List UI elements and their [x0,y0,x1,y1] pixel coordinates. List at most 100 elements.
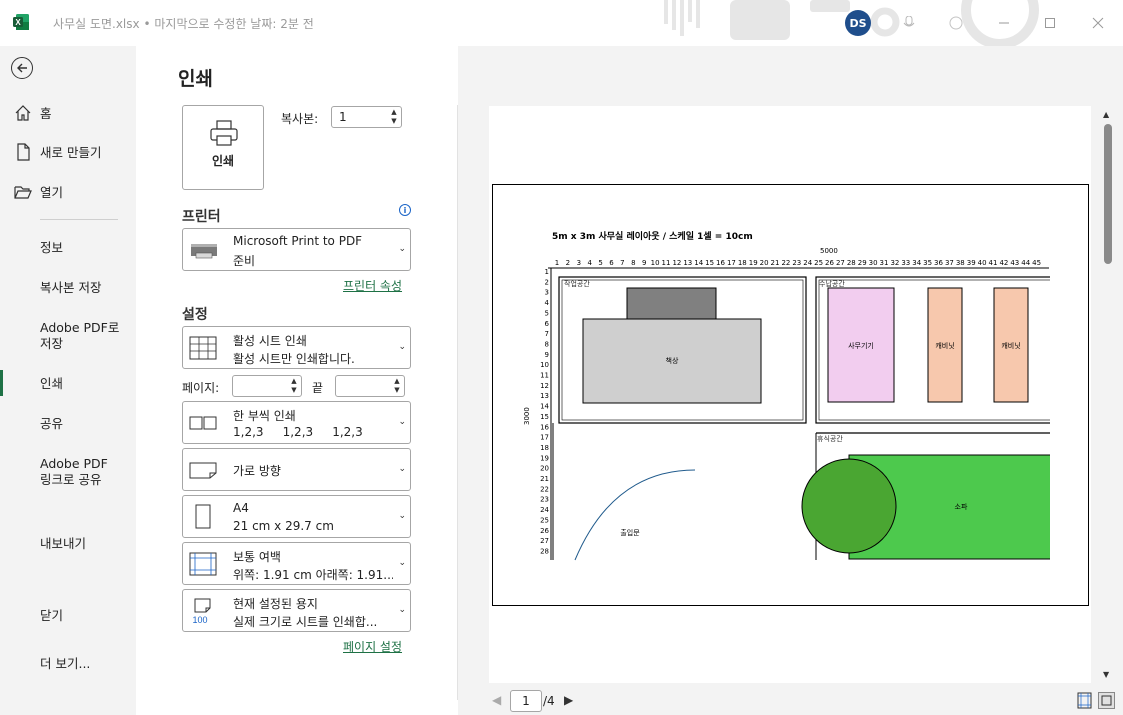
column-number: 17 [727,259,736,267]
column-number: 45 [1032,259,1041,267]
row-number: 24 [540,506,549,514]
row-number: 13 [540,392,549,400]
last-modified-text: 마지막으로 수정한 날짜: 2분 전 [154,17,314,31]
active-indicator [0,370,3,396]
show-margins-icon[interactable] [1076,692,1093,709]
nav-item-export[interactable]: 내보내기 [40,536,86,552]
row-number: 7 [545,330,549,338]
spin-down-icon[interactable]: ▼ [392,386,402,395]
column-number: 3 [577,259,581,267]
nav-item-close[interactable]: 닫기 [40,608,63,624]
minimize-icon[interactable] [993,12,1015,34]
print-scope-select[interactable]: 활성 시트 인쇄 활성 시트만 인쇄합니다. ⌄ [182,326,411,369]
nav-item-share-adobe-link[interactable]: Adobe PDF 링크로 공유 [40,456,122,488]
row-number: 25 [540,516,549,524]
row-number: 1 [545,268,549,276]
print-button-label: 인쇄 [211,154,235,168]
row-number: 2 [545,278,549,286]
current-page-input[interactable]: 1 [510,690,542,712]
svg-text:X: X [15,18,21,27]
info-icon[interactable]: i [399,204,411,216]
preview-scrollbar[interactable]: ▲ ▼ [1100,106,1116,686]
close-window-icon[interactable] [1087,12,1109,34]
print-button[interactable]: 인쇄 [182,105,264,190]
row-number: 12 [540,382,549,390]
scroll-down-icon[interactable]: ▼ [1103,670,1109,679]
row-number: 17 [540,434,549,442]
backstage-nav: 홈 새로 만들기 열기 정보 복사본 저장 Adobe PDF로 저장 인쇄 공… [0,46,136,715]
spin-down-icon[interactable]: ▼ [389,117,399,126]
next-page-icon[interactable]: ▶ [564,693,573,707]
open-folder-icon [14,186,32,199]
column-number: 27 [836,259,845,267]
paper-size-select[interactable]: A4 21 cm x 29.7 cm ⌄ [182,495,411,538]
spin-up-icon[interactable]: ▲ [389,108,399,117]
page-to-input[interactable]: ▲ ▼ [335,375,405,397]
scroll-up-icon[interactable]: ▲ [1103,110,1109,119]
column-number: 5 [598,259,602,267]
row-number: 19 [540,454,549,462]
title-bar: X 사무실 도면.xlsx • 마지막으로 수정한 날짜: 2분 전 DS [0,0,1123,46]
user-avatar[interactable]: DS [845,10,871,36]
back-button[interactable] [11,57,33,79]
scaling-title: 현재 설정된 용지 [233,597,318,611]
printer-select[interactable]: Microsoft Print to PDF 준비 ⌄ [182,228,411,271]
chevron-down-icon: ⌄ [398,558,406,568]
column-number: 32 [890,259,899,267]
page-to-label: 끝 [312,381,324,395]
copier-label: 사무기기 [848,341,874,350]
nav-item-info[interactable]: 정보 [40,240,63,256]
spin-down-icon[interactable]: ▼ [289,386,299,395]
column-number: 9 [642,259,646,267]
nav-item-share[interactable]: 공유 [40,416,63,432]
sofa-label: 소파 [955,502,968,511]
row-number: 18 [540,444,549,452]
scroll-thumb[interactable] [1104,124,1112,264]
microphone-icon[interactable] [898,12,920,34]
collate-title: 한 부씩 인쇄 [233,409,296,423]
row-number: 20 [540,465,549,473]
printer-header: 프린터 [182,209,221,225]
nav-item-new[interactable]: 새로 만들기 [40,145,101,161]
scaling-badge: 100 [192,615,207,625]
row-number: 5 [545,309,549,317]
copies-value: 1 [339,110,347,124]
spin-up-icon[interactable]: ▲ [289,377,299,386]
column-number: 12 [672,259,681,267]
nav-item-save-adobe-pdf[interactable]: Adobe PDF로 저장 [40,320,120,352]
previous-page-icon[interactable]: ◀ [492,693,501,707]
margins-icon [189,552,217,576]
collate-select[interactable]: 한 부씩 인쇄 1,2,3 1,2,3 1,2,3 ⌄ [182,401,411,444]
column-number: 2 [566,259,570,267]
nav-item-open[interactable]: 열기 [40,185,63,201]
file-name: 사무실 도면.xlsx [53,17,140,31]
zone-work-label: 작업공간 [564,279,590,288]
copies-input[interactable]: 1 ▲ ▼ [331,106,402,128]
scaling-select[interactable]: 100 현재 설정된 용지 실제 크기로 시트를 인쇄합... ⌄ [182,589,411,632]
page-setup-link[interactable]: 페이지 설정 [343,638,402,655]
scaling-icon: 100 [192,598,211,625]
row-number: 28 [540,547,549,555]
row-number: 22 [540,485,549,493]
zoom-to-page-icon[interactable] [1098,692,1115,709]
nav-item-save-copy[interactable]: 복사본 저장 [40,280,101,296]
nav-item-print[interactable]: 인쇄 [40,376,63,392]
help-icon[interactable] [945,12,967,34]
orientation-select[interactable]: 가로 방향 ⌄ [182,448,411,491]
column-number: 10 [651,259,660,267]
spin-up-icon[interactable]: ▲ [392,377,402,386]
column-number: 41 [989,259,998,267]
row-number: 23 [540,496,549,504]
printer-properties-link[interactable]: 프린터 속성 [343,277,402,294]
page-from-input[interactable]: ▲ ▼ [232,375,302,397]
collate-desc: 1,2,3 1,2,3 1,2,3 [233,425,363,439]
home-icon [15,105,31,121]
maximize-icon[interactable] [1039,12,1061,34]
row-number: 21 [540,475,549,483]
nav-item-more[interactable]: 더 보기... [40,656,90,672]
settings-header: 설정 [182,307,208,323]
row-number: 16 [540,423,549,431]
nav-item-home[interactable]: 홈 [40,106,52,122]
margins-select[interactable]: 보통 여백 위쪽: 1.91 cm 아래쪽: 1.91... ⌄ [182,542,411,585]
cabinet1-label: 캐비닛 [935,341,954,350]
